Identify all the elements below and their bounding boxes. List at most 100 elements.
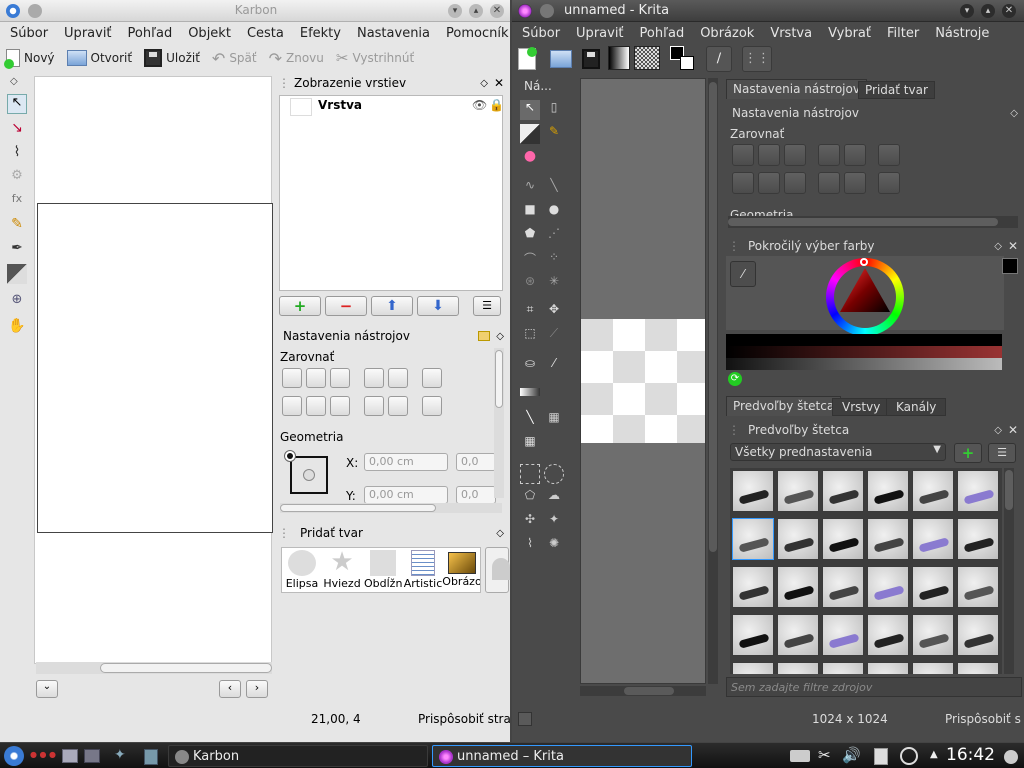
lock-icon[interactable]: 🔒 bbox=[489, 98, 504, 112]
krita-app-icon[interactable] bbox=[518, 4, 532, 18]
dolphin-icon[interactable]: ✦ bbox=[114, 747, 126, 763]
menu-tools[interactable]: Nástroje bbox=[927, 26, 997, 41]
freehand-select-icon[interactable]: ☁ bbox=[544, 488, 564, 508]
align-top-icon[interactable] bbox=[732, 172, 754, 194]
contiguous-select-icon[interactable]: ✣ bbox=[520, 512, 540, 532]
open-button[interactable]: Otvoriť bbox=[61, 50, 139, 66]
colorize-tool-icon[interactable]: ● bbox=[520, 148, 540, 168]
dock-float-icon[interactable]: ◇ bbox=[10, 76, 18, 87]
minimize-icon[interactable]: ▾ bbox=[448, 4, 462, 18]
rectangle-tool-icon[interactable]: ■ bbox=[520, 202, 540, 222]
menu-view[interactable]: Pohľad bbox=[632, 26, 693, 41]
tool-options-vscroll[interactable] bbox=[494, 348, 504, 498]
shape-more-button[interactable] bbox=[485, 547, 510, 593]
add-layer-button[interactable]: + bbox=[279, 296, 321, 316]
redo-button[interactable]: ↷ Znovu bbox=[263, 49, 330, 68]
task-krita[interactable]: unnamed – Krita bbox=[432, 745, 692, 767]
brush-preset-item[interactable] bbox=[732, 518, 774, 560]
resource-filter-input[interactable]: Sem zadajte filtre zdrojov bbox=[726, 677, 1022, 697]
path-edit-tool-icon[interactable]: ↘ bbox=[7, 120, 27, 140]
group-icon[interactable] bbox=[422, 368, 442, 388]
menu-layer[interactable]: Vrstva bbox=[762, 26, 820, 41]
menu-help[interactable]: Pomocník bbox=[438, 26, 510, 41]
new-file-icon[interactable] bbox=[518, 47, 537, 70]
brush-preset-item[interactable] bbox=[822, 614, 864, 656]
menu-file[interactable]: Súbor bbox=[514, 26, 568, 41]
freehand-path-icon[interactable]: ∿ bbox=[520, 178, 540, 198]
brush-preset-item[interactable] bbox=[732, 614, 774, 656]
ruler-tool-icon[interactable]: ╲ bbox=[520, 410, 540, 430]
desktop-icon[interactable] bbox=[62, 749, 78, 763]
kde-menu-icon[interactable] bbox=[4, 746, 24, 766]
brush-preset-item[interactable] bbox=[732, 470, 774, 512]
pen-tool-icon[interactable]: ✒ bbox=[7, 240, 27, 260]
multiply-tool-icon[interactable] bbox=[520, 124, 540, 144]
snap-tool-icon[interactable]: fx bbox=[7, 192, 27, 212]
dock-float-icon[interactable]: ◇ bbox=[1010, 108, 1018, 119]
desktop2-icon[interactable] bbox=[84, 749, 100, 763]
eye-icon[interactable]: 👁 bbox=[472, 98, 487, 112]
menu-effects[interactable]: Efekty bbox=[292, 26, 349, 41]
brush-preset-item[interactable] bbox=[867, 614, 909, 656]
assistant-tool-icon[interactable]: ✳ bbox=[544, 274, 564, 294]
tab-brush-presets[interactable]: Predvoľby štetca bbox=[726, 396, 842, 416]
polygon-tool-icon[interactable]: ⬟ bbox=[520, 226, 540, 246]
dock-float-icon[interactable]: ◇ bbox=[496, 331, 504, 342]
align-hcenter-icon[interactable] bbox=[758, 144, 780, 166]
brush-preset-icon[interactable]: ∕ bbox=[706, 46, 732, 72]
brush-preset-item[interactable] bbox=[912, 614, 954, 656]
brush-preset-item[interactable] bbox=[777, 470, 819, 512]
clipboard-icon[interactable] bbox=[874, 748, 888, 765]
magic-wand-icon[interactable]: ✦ bbox=[544, 512, 564, 532]
brush-preset-item[interactable] bbox=[732, 662, 774, 674]
move-tool-icon[interactable]: ✥ bbox=[544, 302, 564, 322]
bring-front-icon[interactable] bbox=[364, 396, 384, 416]
maximize-icon[interactable]: ▴ bbox=[469, 4, 483, 18]
align-bottom-icon[interactable] bbox=[330, 396, 350, 416]
menu-edit[interactable]: Upraviť bbox=[568, 26, 631, 41]
y2-input[interactable]: 0,0 bbox=[456, 486, 496, 504]
workspace-icon[interactable]: ⋮⋮ bbox=[742, 46, 772, 72]
network-icon[interactable] bbox=[900, 747, 918, 765]
dock-float-icon[interactable]: ◇ bbox=[496, 528, 504, 539]
horizontal-scrollbar[interactable] bbox=[36, 662, 272, 674]
polyline-tool-icon[interactable]: ⋰ bbox=[544, 226, 564, 246]
clock[interactable]: 16:42 bbox=[946, 745, 995, 765]
select-tool-icon[interactable]: ↖ bbox=[7, 94, 27, 114]
remove-layer-button[interactable]: − bbox=[325, 296, 367, 316]
brush-preset-item[interactable] bbox=[867, 470, 909, 512]
lower-layer-button[interactable]: ⬇ bbox=[417, 296, 459, 316]
bring-front-icon[interactable] bbox=[818, 172, 840, 194]
y-input[interactable]: 0,00 cm bbox=[364, 486, 448, 504]
save-button[interactable]: Uložiť bbox=[138, 49, 206, 67]
document-page[interactable] bbox=[37, 203, 273, 533]
pan-tool-icon[interactable]: ✋ bbox=[7, 318, 27, 338]
align-left-icon[interactable] bbox=[282, 368, 302, 388]
brush-preset-item[interactable] bbox=[957, 566, 999, 608]
gradient-tool-icon[interactable] bbox=[7, 264, 27, 284]
calculator-icon[interactable] bbox=[144, 749, 158, 765]
transform-layer-icon[interactable]: ⬚ bbox=[520, 326, 540, 346]
image-canvas[interactable] bbox=[581, 319, 705, 443]
align-vcenter-icon[interactable] bbox=[758, 172, 780, 194]
align-left-icon[interactable] bbox=[732, 144, 754, 166]
dock-float-icon[interactable]: ◇ bbox=[480, 78, 488, 89]
dynamic-brush-icon[interactable]: ⁘ bbox=[544, 250, 564, 270]
menu-edit[interactable]: Upraviť bbox=[56, 26, 119, 41]
menu-object[interactable]: Objekt bbox=[180, 26, 239, 41]
eyedropper-icon[interactable]: ⁄ bbox=[730, 261, 756, 287]
minimize-icon[interactable]: ▾ bbox=[960, 4, 974, 18]
brush-preset-item[interactable] bbox=[912, 518, 954, 560]
align-top-icon[interactable] bbox=[282, 396, 302, 416]
zoom-tool-icon[interactable]: ⊕ bbox=[7, 292, 27, 312]
brush-preset-item[interactable] bbox=[777, 614, 819, 656]
select-tool-icon[interactable]: ↖ bbox=[520, 100, 540, 120]
shade-bar[interactable] bbox=[726, 346, 1002, 358]
shape-star[interactable]: ★ Hviezd bbox=[322, 548, 362, 590]
krita-canvas-area[interactable] bbox=[580, 78, 706, 684]
menu-path[interactable]: Cesta bbox=[239, 26, 292, 41]
align-vcenter-icon[interactable] bbox=[306, 396, 326, 416]
layers-list[interactable]: Vrstva 👁 🔒 bbox=[279, 95, 504, 291]
brush-preset-item[interactable] bbox=[822, 662, 864, 674]
close-icon[interactable]: ✕ bbox=[490, 4, 504, 18]
